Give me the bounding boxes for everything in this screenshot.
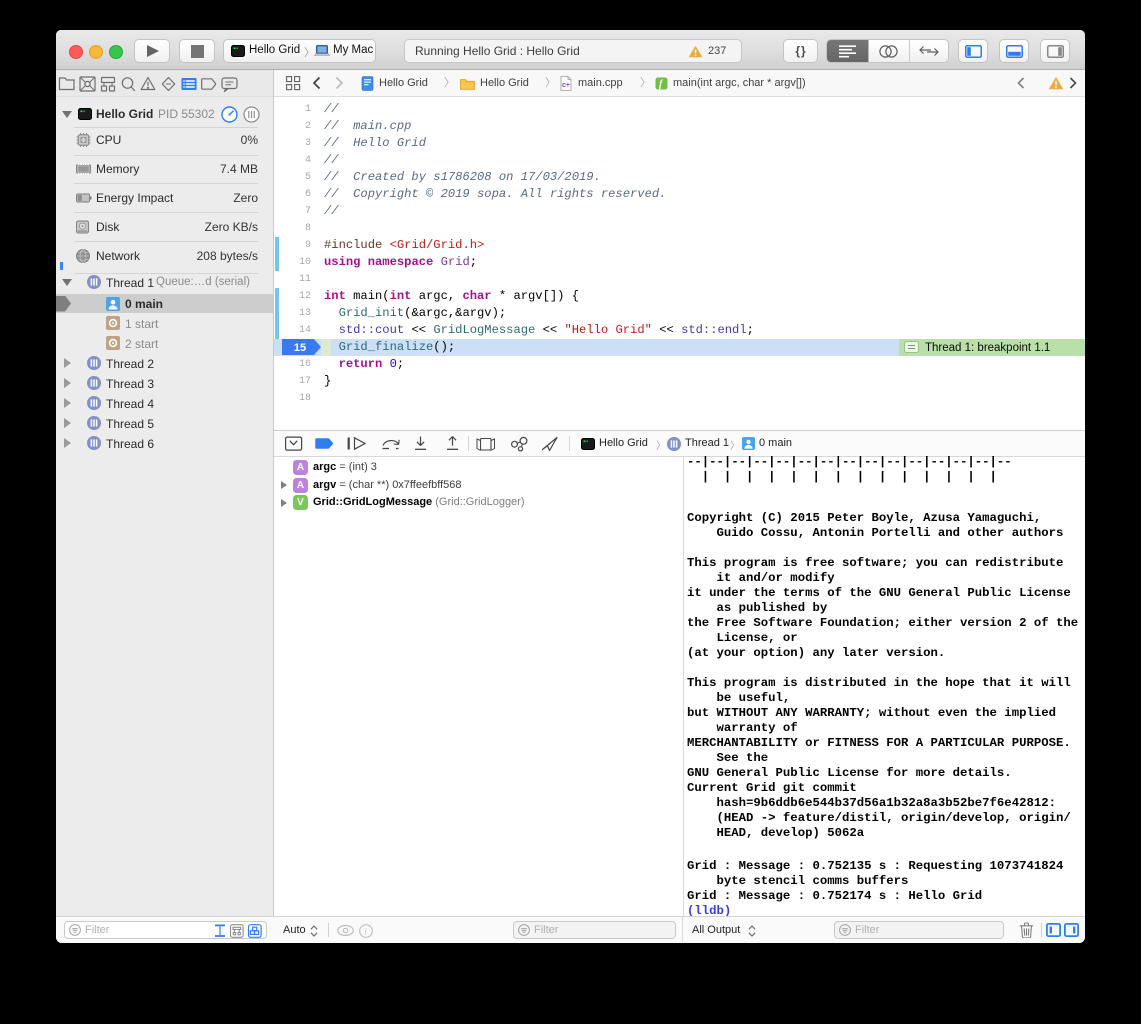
- svg-text:c+: c+: [562, 82, 570, 89]
- svg-text:i: i: [364, 926, 367, 936]
